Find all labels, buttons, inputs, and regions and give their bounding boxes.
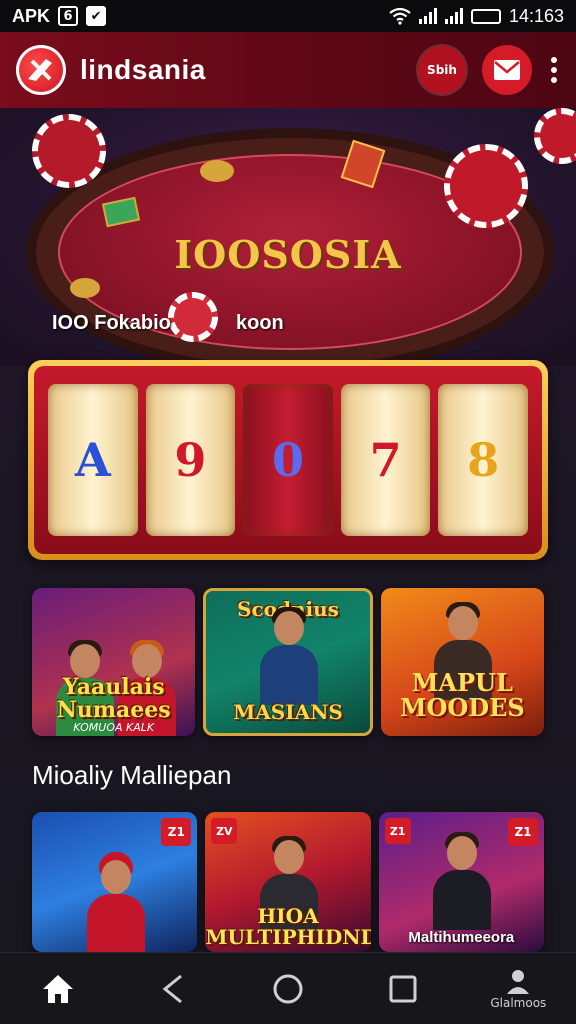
poker-chip-icon-3	[534, 108, 576, 164]
signal-icon	[418, 8, 437, 24]
mail-icon	[494, 60, 520, 80]
slot-reels: A 9 0 7 8	[34, 366, 542, 554]
game-card[interactable]: Z1	[32, 812, 198, 952]
more-vert-icon[interactable]	[548, 53, 560, 87]
sign-in-button[interactable]: Sbih	[418, 46, 466, 94]
reel: 7	[340, 384, 431, 536]
multiplier-badge: Z1	[507, 818, 538, 846]
nav-home[interactable]	[18, 957, 98, 1021]
status-right: 14:163	[389, 6, 564, 27]
check-icon: ✔	[86, 6, 107, 26]
app-actions: Sbih	[418, 45, 560, 95]
notification-icon: 6	[58, 6, 79, 26]
game-card[interactable]: Yaaulais Numaees KOMUOA KALK	[32, 588, 196, 736]
nav-back[interactable]	[133, 957, 213, 1021]
nav-profile[interactable]: Glalmoos	[478, 957, 558, 1021]
hero-caption: IOO Fokabio	[52, 312, 171, 334]
game-row-featured: Yaaulais Numaees KOMUOA KALK Scodnius MA…	[32, 588, 544, 736]
wifi-icon	[389, 7, 411, 25]
gold-coin-icon-2	[70, 278, 100, 298]
home-icon	[42, 974, 73, 1003]
game-title: MAPUL MOODES	[399, 667, 525, 722]
game-card[interactable]: MAPUL MOODES	[380, 588, 544, 736]
reel-symbol: 9	[174, 433, 207, 487]
profile-label: Glalmoos	[490, 995, 547, 1010]
nav-home-system[interactable]	[248, 957, 328, 1021]
gold-coin-icon	[200, 160, 234, 182]
signal-icon-2	[444, 8, 463, 24]
game-card[interactable]: Z1 Z1 Maltihumeeora	[378, 812, 544, 952]
reel-symbol: A	[74, 433, 111, 487]
nav-recents[interactable]	[363, 957, 443, 1021]
status-left: APK 6 ✔	[12, 5, 107, 27]
bottom-navigation: Glalmoos	[0, 952, 576, 1024]
poker-chip-icon-2	[444, 144, 528, 228]
table-title: IOOSOSIA	[174, 232, 402, 277]
clock: 14:163	[508, 5, 564, 26]
multiplier-badge-left: Z1	[384, 818, 411, 844]
reel: 0	[243, 384, 333, 536]
multiplier-badge: Z1	[161, 818, 192, 846]
reel: 8	[438, 384, 528, 536]
logo-icon[interactable]	[16, 45, 66, 95]
app-bar: lindsania Sbih	[0, 32, 576, 108]
reel: 9	[145, 384, 236, 536]
back-icon	[162, 974, 182, 1003]
circle-home-icon	[273, 974, 303, 1003]
game-title: HIOA MULTIPHIDNDS	[205, 904, 371, 949]
reel-symbol: 8	[467, 433, 500, 487]
character-illustration	[83, 852, 147, 952]
hero-caption-2: koon	[236, 312, 284, 334]
recents-icon	[389, 975, 417, 1002]
slot-banner[interactable]: A 9 0 7 8	[28, 360, 548, 560]
game-label: Maltihumeeora	[408, 929, 515, 946]
status-bar: APK 6 ✔ 14:163	[0, 0, 576, 32]
reel-symbol: 0	[271, 433, 304, 487]
multiplier-badge-left: ZV	[211, 818, 238, 844]
game-row-section: Z1 ZV HIOA MULTIPHIDNDS Z1 Z1 Maltihumee…	[32, 812, 544, 952]
app-screen: APK 6 ✔ 14:163 lindsania Sbih IOOSOSIA I…	[0, 0, 576, 1024]
reel-symbol: 7	[369, 433, 402, 487]
section-title: Mioaliy Malliepan	[32, 760, 232, 790]
poker-chip-icon-4	[168, 292, 218, 342]
battery-icon	[470, 8, 501, 24]
carrier-label: APK	[12, 5, 51, 26]
profile-icon	[507, 969, 530, 994]
character-illustration	[256, 607, 320, 705]
poker-chip-icon	[32, 114, 106, 188]
game-card[interactable]: Scodnius MASIANS	[203, 588, 373, 736]
game-subtitle: KOMUOA KALK	[73, 721, 155, 734]
game-title-secondary: MASIANS	[233, 700, 343, 724]
game-title: Yaaulais Numaees	[56, 673, 171, 723]
game-card[interactable]: ZV HIOA MULTIPHIDNDS	[205, 812, 371, 952]
app-title: lindsania	[80, 54, 206, 85]
mail-button[interactable]	[482, 45, 532, 95]
reel: A	[48, 384, 138, 536]
character-illustration	[429, 832, 493, 930]
